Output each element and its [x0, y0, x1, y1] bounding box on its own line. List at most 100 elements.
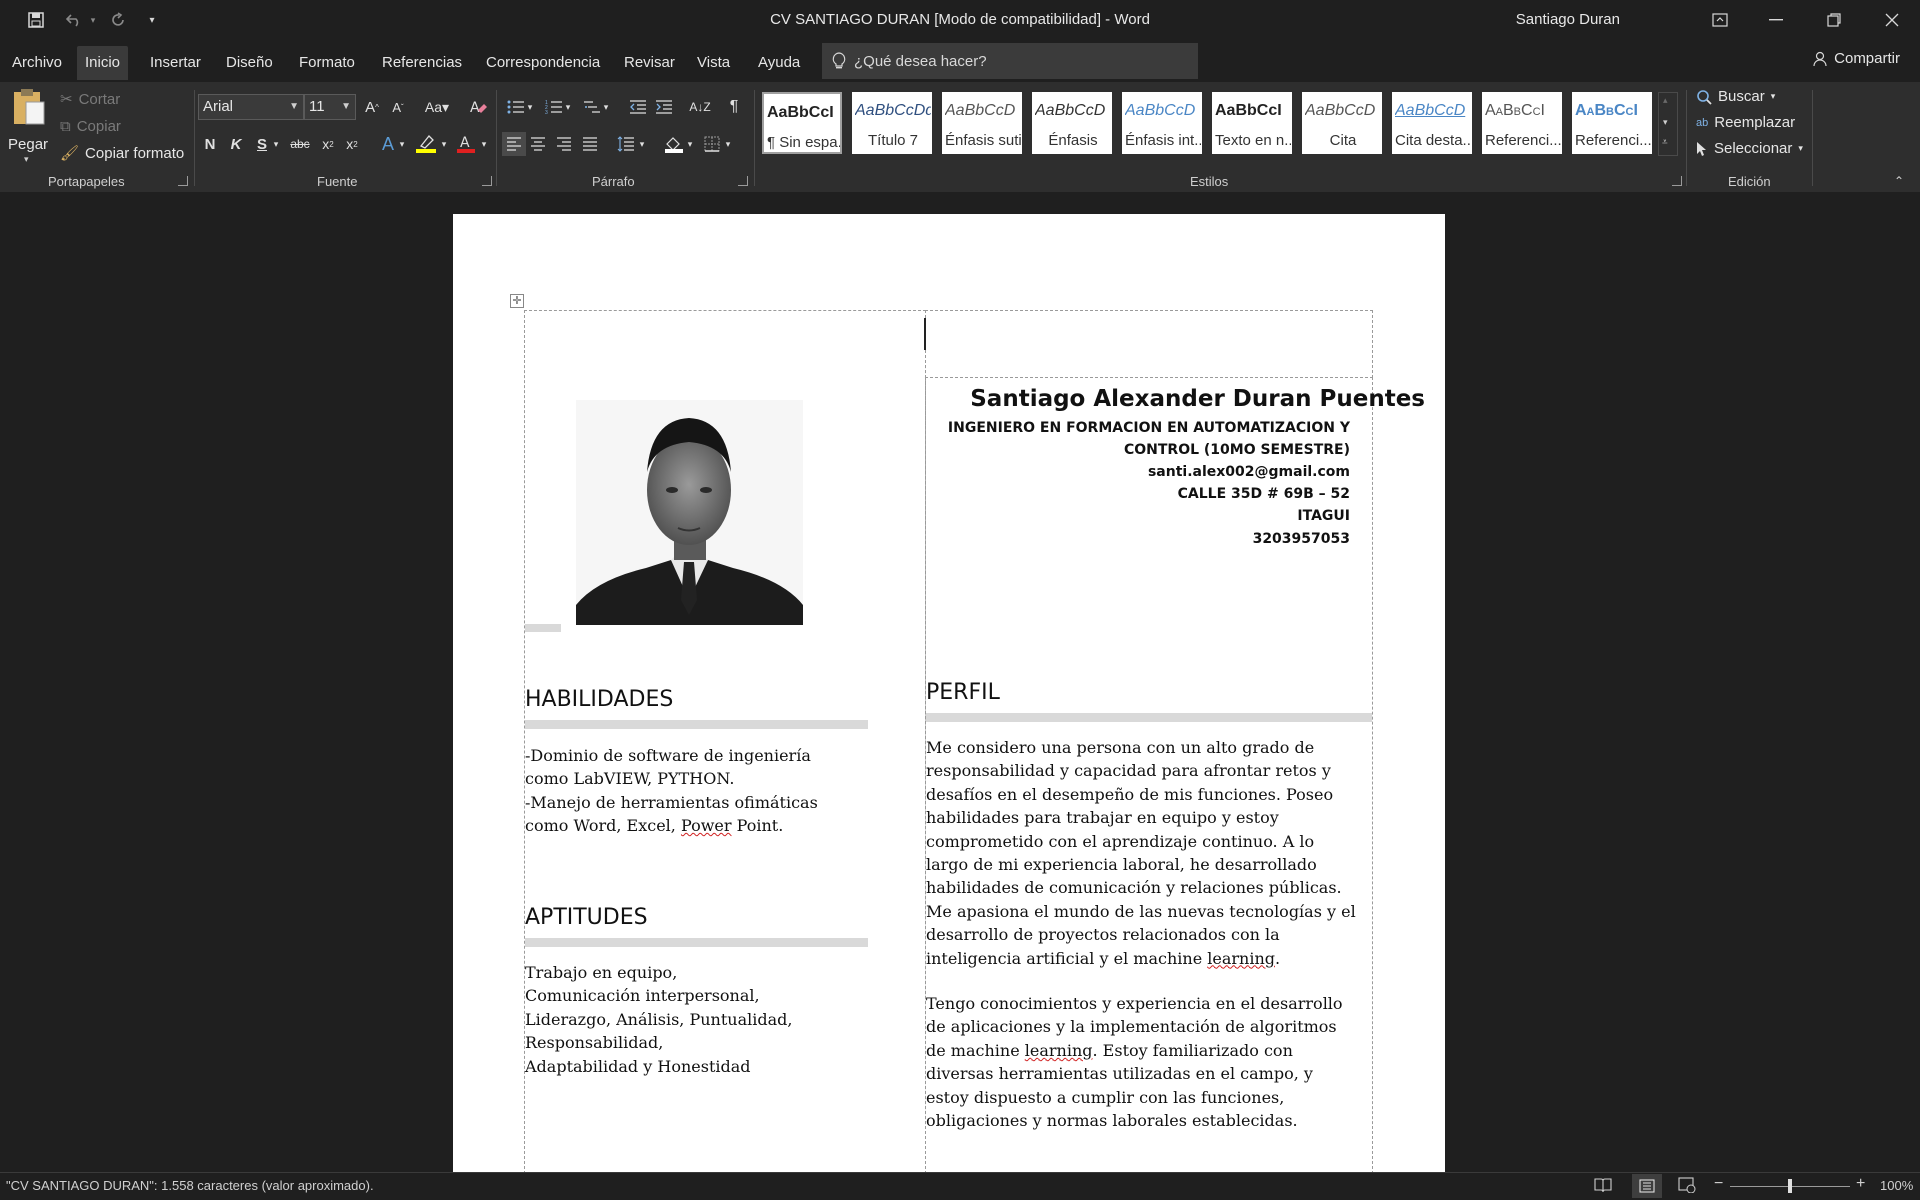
style-intense-quote[interactable]: AaBbCcD Cita desta... [1392, 92, 1472, 154]
scroll-down-icon[interactable]: ▾ [1663, 117, 1668, 128]
copy-button[interactable]: ⧉ Copiar [60, 118, 121, 135]
font-family-combo[interactable]: Arial ▼ [198, 94, 304, 120]
text-effects-dropdown-icon[interactable]: ▾ [396, 132, 408, 156]
minimize-icon[interactable] [1748, 0, 1804, 40]
bullets-dropdown-icon[interactable]: ▾ [524, 95, 536, 119]
cut-button[interactable]: ✂ Cortar [60, 90, 120, 109]
chevron-down-icon: ▾ [1770, 91, 1776, 101]
tab-referencias[interactable]: Referencias [374, 46, 470, 80]
table-move-handle-icon[interactable]: ✛ [510, 294, 524, 308]
zoom-out-icon[interactable]: − [1714, 1175, 1723, 1193]
tab-vista[interactable]: Vista [689, 46, 738, 80]
increase-indent-icon[interactable] [652, 95, 676, 119]
tell-me-search[interactable]: ¿Qué desea hacer? [822, 43, 1198, 79]
subscript-icon[interactable]: x2 [316, 132, 340, 156]
group-separator [754, 90, 755, 186]
spelling-error-mark[interactable]: learning [1207, 949, 1275, 968]
styles-launcher-icon[interactable] [1672, 176, 1682, 186]
zoom-level[interactable]: 100% [1880, 1178, 1913, 1193]
restore-icon[interactable] [1806, 0, 1862, 40]
style-strong[interactable]: AaBbCcI Texto en n... [1212, 92, 1292, 154]
profile-line: desafíos en el desempeño de mis funcione… [926, 784, 1334, 804]
styles-gallery-scroll[interactable]: ▴ ▾ ⩡ [1658, 92, 1678, 156]
zoom-in-icon[interactable]: + [1856, 1175, 1865, 1193]
zoom-slider-thumb[interactable] [1788, 1179, 1792, 1193]
superscript-icon[interactable]: x2 [340, 132, 364, 156]
justify-icon[interactable] [578, 132, 602, 156]
style-intense-emphasis[interactable]: AaBbCcD Énfasis int... [1122, 92, 1202, 154]
numbering-dropdown-icon[interactable]: ▾ [562, 95, 574, 119]
paragraph-launcher-icon[interactable] [738, 176, 748, 186]
highlight-icon[interactable] [414, 132, 438, 156]
share-button[interactable]: Compartir [1812, 50, 1900, 67]
multilevel-dropdown-icon[interactable]: ▾ [600, 95, 612, 119]
borders-dropdown-icon[interactable]: ▾ [722, 132, 734, 156]
highlight-dropdown-icon[interactable]: ▾ [438, 132, 450, 156]
style-sample: AaBbCcD [1305, 102, 1376, 119]
scroll-up-icon[interactable]: ▴ [1663, 95, 1668, 106]
spelling-error-mark[interactable]: Power [681, 816, 732, 835]
style-heading-7[interactable]: AaBbCcDd Título 7 [852, 92, 932, 154]
web-layout-icon[interactable] [1678, 1177, 1696, 1196]
font-launcher-icon[interactable] [482, 176, 492, 186]
shrink-font-icon[interactable]: Aˇ [386, 95, 410, 119]
font-size-combo[interactable]: 11 ▼ [304, 94, 356, 120]
user-name[interactable]: Santiago Duran [1516, 0, 1620, 40]
italic-icon[interactable]: K [224, 132, 248, 156]
title-bar: ▾ ▾ CV SANTIAGO DURAN [Modo de compatibi… [0, 0, 1920, 40]
line-spacing-icon[interactable] [614, 132, 638, 156]
decrease-indent-icon[interactable] [626, 95, 650, 119]
style-subtle-reference[interactable]: AaBbCcI Referenci... [1482, 92, 1562, 154]
tab-diseno[interactable]: Diseño [218, 46, 281, 80]
align-left-icon[interactable] [502, 132, 526, 156]
format-painter-button[interactable]: 🖌 Copiar formato [60, 144, 184, 163]
change-case-icon[interactable]: Aa▾ [420, 95, 454, 119]
job-title-line-2: CONTROL (10MO SEMESTRE) [1123, 442, 1350, 458]
style-name: Referenci... [1575, 132, 1651, 149]
bold-icon[interactable]: N [198, 132, 222, 156]
spelling-error-mark[interactable]: learning [1025, 1041, 1093, 1060]
borders-icon[interactable] [700, 132, 724, 156]
close-icon[interactable] [1864, 0, 1920, 40]
font-color-icon[interactable]: A [454, 132, 478, 156]
shading-icon[interactable] [662, 132, 686, 156]
clipboard-launcher-icon[interactable] [178, 176, 188, 186]
paste-button[interactable]: Pegar ▾ [8, 88, 48, 164]
style-subtle-emphasis[interactable]: AaBbCcD Énfasis sutil [942, 92, 1022, 154]
profile-line: habilidades de comunicación y relaciones… [926, 878, 1342, 898]
print-layout-icon[interactable] [1632, 1174, 1662, 1198]
replace-icon: ab [1696, 116, 1709, 129]
strikethrough-icon[interactable]: abc [288, 132, 312, 156]
replace-button[interactable]: ab Reemplazar [1696, 114, 1795, 131]
find-button[interactable]: Buscar ▾ [1696, 88, 1775, 105]
style-emphasis[interactable]: AaBbCcD Énfasis [1032, 92, 1112, 154]
tab-inicio[interactable]: Inicio [77, 46, 129, 80]
word-count-status[interactable]: "CV SANTIAGO DURAN": 1.558 caracteres (v… [6, 1178, 374, 1193]
show-formatting-icon[interactable]: ¶ [722, 95, 746, 119]
more-styles-icon[interactable]: ⩡ [1662, 137, 1668, 148]
read-mode-icon[interactable] [1594, 1177, 1612, 1196]
align-center-icon[interactable] [526, 132, 550, 156]
style-no-spacing[interactable]: AaBbCcI ¶ Sin espa... [762, 92, 842, 154]
grow-font-icon[interactable]: A ^ [360, 95, 384, 119]
paste-dropdown-icon[interactable]: ▾ [24, 154, 29, 165]
tab-archivo[interactable]: Archivo [4, 46, 70, 80]
tab-formato[interactable]: Formato [291, 46, 363, 80]
style-sample: AaBbCcI [1485, 102, 1545, 119]
align-right-icon[interactable] [552, 132, 576, 156]
sort-icon[interactable]: A↓Z [688, 95, 712, 119]
collapse-ribbon-icon[interactable]: ⌃ [1894, 174, 1904, 188]
clear-formatting-icon[interactable]: A [466, 95, 490, 119]
select-button[interactable]: Seleccionar ▾ [1696, 140, 1803, 157]
style-quote[interactable]: AaBbCcD Cita [1302, 92, 1382, 154]
shading-dropdown-icon[interactable]: ▾ [684, 132, 696, 156]
ribbon-display-icon[interactable] [1692, 0, 1748, 40]
tab-correspondencia[interactable]: Correspondencia [478, 46, 608, 80]
tab-revisar[interactable]: Revisar [616, 46, 683, 80]
line-spacing-dropdown-icon[interactable]: ▾ [636, 132, 648, 156]
style-intense-reference[interactable]: AaBbCcI Referenci... [1572, 92, 1652, 154]
underline-dropdown-icon[interactable]: ▾ [270, 132, 282, 156]
font-color-dropdown-icon[interactable]: ▾ [478, 132, 490, 156]
tab-insertar[interactable]: Insertar [142, 46, 209, 80]
tab-ayuda[interactable]: Ayuda [750, 46, 808, 80]
